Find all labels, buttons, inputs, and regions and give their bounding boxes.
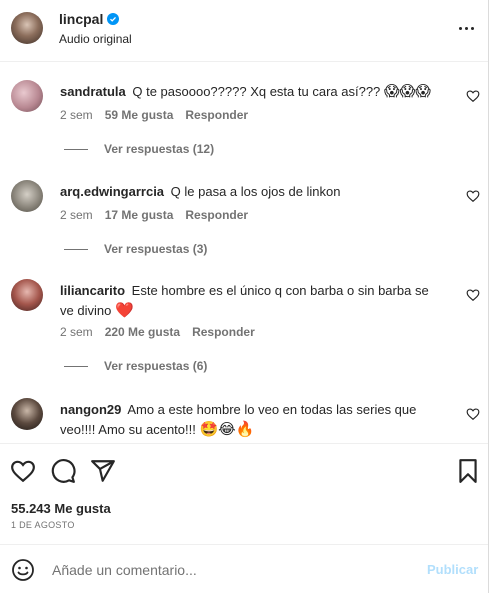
author-avatar[interactable]	[11, 12, 43, 44]
commenter-username[interactable]: arq.edwingarrcia	[60, 184, 164, 199]
comment-likes[interactable]: 220 Me gusta	[105, 325, 180, 339]
comment-emojis: ❤️	[114, 302, 134, 319]
comment-text: sandratula Q te pasoooo????? Xq esta tu …	[60, 83, 431, 100]
share-paper-plane-icon[interactable]	[90, 458, 116, 484]
verified-badge-icon	[107, 13, 120, 25]
more-options-button[interactable]	[452, 14, 480, 42]
like-comment-heart-icon[interactable]	[466, 288, 480, 302]
commenter-avatar[interactable]	[11, 180, 43, 212]
emoji-picker-icon[interactable]	[11, 558, 35, 582]
like-comment-heart-icon[interactable]	[466, 407, 480, 421]
like-comment-heart-icon[interactable]	[466, 89, 480, 103]
comment-likes[interactable]: 17 Me gusta	[105, 208, 174, 222]
replies-divider-line	[64, 148, 88, 150]
comment-meta: 2 sem 17 Me gusta Responder	[60, 208, 248, 222]
comment-meta: 2 sem 59 Me gusta Responder	[60, 108, 248, 122]
reply-button[interactable]: Responder	[185, 208, 248, 222]
replies-divider-line	[64, 365, 88, 367]
comment-bubble-icon[interactable]	[50, 458, 76, 484]
reply-button[interactable]: Responder	[192, 325, 255, 339]
comment-meta: 2 sem 220 Me gusta Responder	[60, 325, 255, 339]
view-replies-button[interactable]: Ver respuestas (12)	[64, 142, 214, 156]
publish-button[interactable]: Publicar	[427, 562, 478, 577]
comment-emojis: 😱😱😱	[383, 83, 431, 100]
comment-input[interactable]	[50, 559, 414, 581]
comment-likes[interactable]: 59 Me gusta	[105, 108, 174, 122]
commenter-avatar[interactable]	[11, 279, 43, 311]
post-panel: lincpal Audio original sandratula Q te p…	[0, 0, 489, 593]
comment-composer: Publicar	[0, 544, 488, 593]
comment-time[interactable]: 2 sem	[60, 108, 93, 122]
post-date[interactable]: 1 DE AGOSTO	[11, 520, 75, 530]
commenter-username[interactable]: liliancarito	[60, 283, 125, 298]
save-bookmark-icon[interactable]	[455, 458, 481, 484]
comment-text: liliancarito Este hombre es el único q c…	[60, 283, 429, 319]
author-username[interactable]: lincpal	[59, 11, 120, 27]
like-comment-heart-icon[interactable]	[466, 189, 480, 203]
comment-text: nangon29 Amo a este hombre lo veo en tod…	[60, 402, 417, 438]
commenter-avatar[interactable]	[11, 398, 43, 430]
view-replies-button[interactable]: Ver respuestas (6)	[64, 359, 207, 373]
comment-text: arq.edwingarrcia Q le pasa a los ojos de…	[60, 184, 341, 199]
reply-button[interactable]: Responder	[185, 108, 248, 122]
post-header: lincpal Audio original	[0, 0, 488, 62]
view-replies-button[interactable]: Ver respuestas (3)	[64, 242, 207, 256]
comment-emojis: 🤩😂🔥	[199, 421, 255, 438]
commenter-username[interactable]: nangon29	[60, 402, 121, 417]
like-heart-icon[interactable]	[10, 458, 36, 484]
replies-divider-line	[64, 248, 88, 250]
commenter-username[interactable]: sandratula	[60, 84, 126, 99]
comment-time[interactable]: 2 sem	[60, 208, 93, 222]
comment-time[interactable]: 2 sem	[60, 325, 93, 339]
post-likes-count[interactable]: 55.243 Me gusta	[11, 501, 111, 516]
commenter-avatar[interactable]	[11, 80, 43, 112]
audio-label[interactable]: Audio original	[59, 32, 132, 46]
post-actions: 55.243 Me gusta 1 DE AGOSTO	[0, 443, 488, 543]
